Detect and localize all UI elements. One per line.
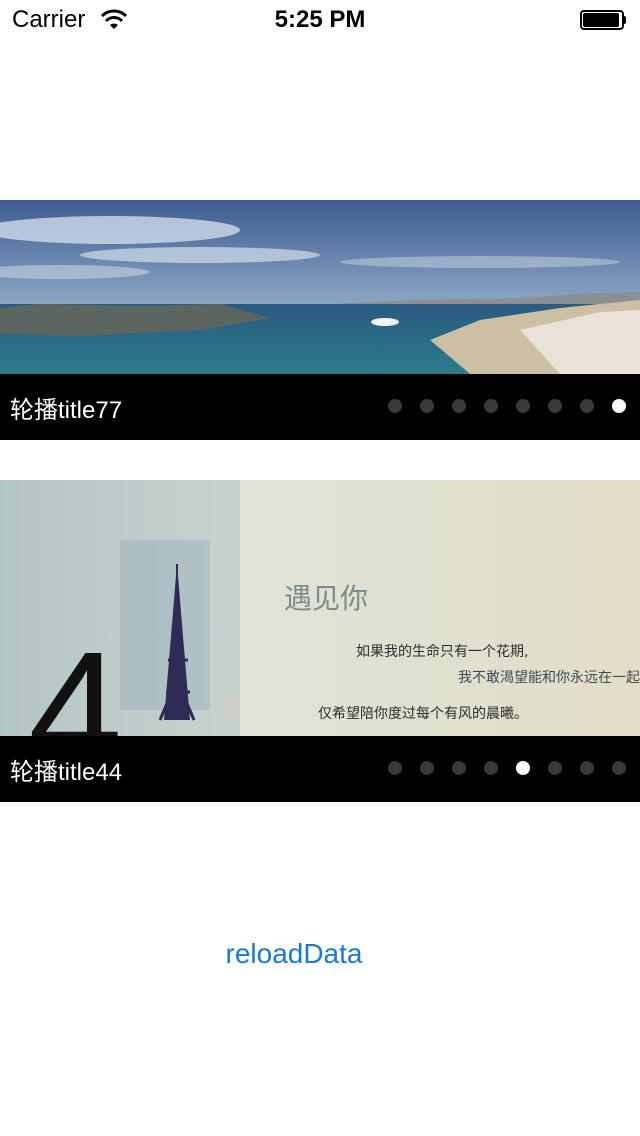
page-dot[interactable] — [388, 761, 402, 775]
page-dot[interactable] — [420, 399, 434, 413]
carousel-title: 轮播title77 — [10, 397, 123, 424]
page-dot[interactable] — [516, 399, 530, 413]
status-time: 5:25 PM — [274, 6, 366, 33]
caption-bar: 轮播title44 — [0, 736, 640, 802]
page-dot[interactable] — [548, 761, 562, 775]
page-dot[interactable] — [580, 761, 594, 775]
carousel-banner-1[interactable]: 轮播title77 — [0, 200, 640, 440]
page-dot[interactable] — [452, 761, 466, 775]
reload-data-button[interactable]: reloadData — [200, 938, 388, 982]
page-dot[interactable] — [580, 399, 594, 413]
slide-image[interactable] — [0, 200, 640, 374]
page-dot[interactable] — [612, 761, 626, 775]
carousel-title: 轮播title44 — [10, 759, 123, 786]
page-dot[interactable] — [452, 399, 466, 413]
eiffel-tower-quote-photo: 4 遇见你 如果我的生命只有一个花期, 我不敢渴望能和你永远在一起, 仅希望陪你… — [0, 480, 640, 736]
big-numeral: 4 — [28, 617, 123, 736]
page-control[interactable] — [370, 761, 626, 775]
page-control[interactable] — [370, 399, 626, 413]
image-line-3: 仅希望陪你度过每个有风的晨曦。 — [318, 706, 528, 722]
page-dot-active[interactable] — [516, 761, 530, 775]
image-line-1: 如果我的生命只有一个花期, — [356, 643, 528, 660]
page-dot[interactable] — [484, 761, 498, 775]
carousel-banner-2[interactable]: 4 遇见你 如果我的生命只有一个花期, 我不敢渴望能和你永远在一起, 仅希望陪你… — [0, 480, 640, 802]
image-line-2: 我不敢渴望能和你永远在一起, — [458, 670, 640, 686]
battery-icon — [580, 10, 626, 30]
page-dot[interactable] — [388, 399, 402, 413]
page-dot[interactable] — [484, 399, 498, 413]
image-heading: 遇见你 — [284, 582, 368, 615]
slide-image[interactable]: 4 遇见你 如果我的生命只有一个花期, 我不敢渴望能和你永远在一起, 仅希望陪你… — [0, 480, 640, 736]
page-dot[interactable] — [420, 761, 434, 775]
page-dot[interactable] — [548, 399, 562, 413]
seaside-cliff-photo — [0, 200, 640, 374]
page-dot-active[interactable] — [612, 399, 626, 413]
caption-bar: 轮播title77 — [0, 374, 640, 440]
status-bar: Carrier 5:25 PM — [0, 0, 640, 40]
